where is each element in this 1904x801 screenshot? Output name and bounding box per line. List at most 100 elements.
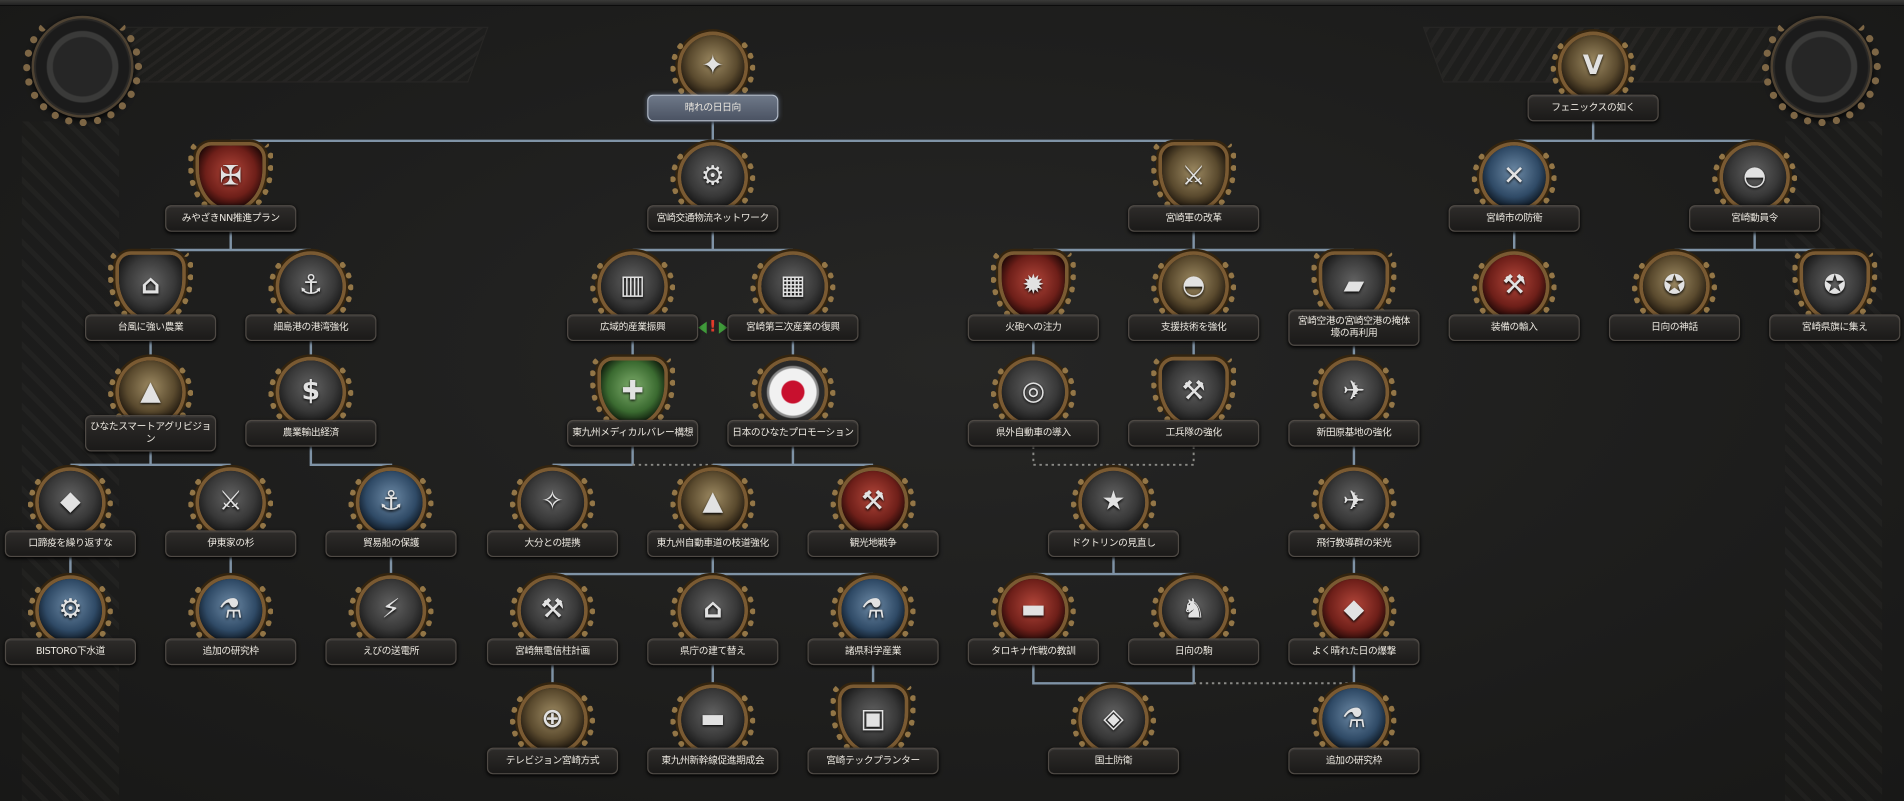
pith-helmet-icon: ◓	[1151, 247, 1237, 328]
iron-cross-icon: ✠	[188, 138, 274, 219]
focus-label: 宮崎県旗に集え	[1769, 314, 1901, 342]
doctrine-icon: ★	[1071, 463, 1157, 544]
focus-label: 大分との提携	[486, 530, 619, 558]
focus-node[interactable]: ⚗ 追加の研究枠	[164, 571, 298, 670]
utility-pole-icon: ⚒	[510, 571, 596, 652]
focus-node[interactable]: ✚ 東九州メディカルバレー構想	[566, 353, 700, 451]
focus-label: 農業輸出経済	[245, 419, 377, 447]
focus-label: 諸県科学産業	[807, 638, 939, 666]
focus-node[interactable]: ⚒ 装備の輸入	[1447, 247, 1581, 346]
shield-icon: ◆	[27, 463, 113, 544]
focus-tree-screen: ! ✦ 晴れの日日向 V フェニックスの如く ✠ みやざきNN推進プラン ⚙ 宮崎交通物…	[0, 0, 1904, 801]
artillery-icon: ✹	[990, 247, 1076, 328]
focus-node[interactable]: ⌂ 台風に強い農業	[84, 247, 218, 346]
focus-node[interactable]: ✪ 日向の神話	[1608, 247, 1742, 346]
focus-node[interactable]: ⚒ 工兵隊の強化	[1127, 353, 1261, 451]
focus-label: ひなたスマートアグリビジョン	[85, 415, 217, 452]
focus-label: 宮崎動員令	[1689, 205, 1821, 232]
focus-node[interactable]: ✈ 飛行教導群の栄光	[1287, 463, 1421, 562]
focus-node[interactable]: ◈ 国土防衛	[1047, 680, 1181, 779]
focus-node[interactable]: ✠ みやざきNN推進プラン	[164, 138, 298, 237]
focus-node[interactable]: ▥ 広域的産業振興	[566, 247, 700, 346]
focus-node[interactable]: ⊕ テレビジョン宮崎方式	[486, 680, 620, 779]
focus-label: 宮崎市の防衛	[1448, 205, 1580, 232]
focus-node[interactable]: ◆ よく晴れた日の爆撃	[1287, 571, 1421, 670]
focus-node[interactable]: ▣ 宮崎テックプランター	[806, 680, 940, 779]
farm-icon: ⌂	[108, 247, 194, 328]
science-flask-icon: ⚗	[830, 571, 916, 652]
helmet-icon: ◓	[1712, 138, 1798, 219]
focus-node[interactable]: ★ ドクトリンの見直し	[1047, 463, 1181, 562]
focus-node[interactable]: ◓ 支援技術を強化	[1127, 247, 1261, 346]
tourism-war-icon: ⚒	[830, 463, 916, 544]
focus-label: 日本のひなたプロモーション	[727, 419, 859, 447]
city-icon: ▦	[750, 247, 836, 328]
focus-node[interactable]: ✹ 火砲への注力	[967, 247, 1101, 346]
focus-label: 台風に強い農業	[85, 314, 217, 342]
focus-node[interactable]: V フェニックスの如く	[1526, 27, 1660, 126]
focus-node[interactable]: $ 農業輸出経済	[244, 353, 378, 451]
focus-node[interactable]: ✕ 宮崎市の防衛	[1447, 138, 1581, 237]
focus-label: 宮崎軍の改革	[1128, 205, 1260, 232]
focus-node[interactable]: ⚓ 貿易船の保護	[324, 463, 458, 562]
focus-tree-canvas[interactable]: ! ✦ 晴れの日日向 V フェニックスの如く ✠ みやざきNN推進プラン ⚙ 宮崎交通物…	[0, 0, 1904, 801]
focus-node[interactable]: ⚒ 宮崎無電信柱計画	[486, 571, 620, 670]
flask-icon: ⚗	[188, 571, 274, 652]
focus-node[interactable]: ⚗ 諸県科学産業	[806, 571, 940, 670]
focus-label: 東九州自動車道の枝道強化	[647, 530, 779, 558]
focus-node[interactable]: ▬ タロキナ作戦の教訓	[967, 571, 1101, 670]
focus-node[interactable]: ▬ 東九州新幹線促進期成会	[646, 680, 780, 779]
focus-label: 宮崎第三次産業の復興	[727, 314, 859, 342]
tank-icon: ▬	[990, 571, 1076, 652]
focus-label: 貿易船の保護	[325, 530, 457, 558]
focus-label: 新田原基地の強化	[1288, 419, 1420, 447]
focus-label: 国土防衛	[1047, 747, 1180, 775]
focus-node[interactable]: ⚡ えびの送電所	[324, 571, 458, 670]
focus-node[interactable]: ⚙ 宮崎交通物流ネットワーク	[646, 138, 780, 237]
government-building-icon: ⌂	[670, 571, 756, 652]
focus-node[interactable]: ⚒ 観光地戦争	[806, 463, 940, 562]
import-equipment-icon: ⚒	[1471, 247, 1557, 328]
focus-node[interactable]: ✈ 新田原基地の強化	[1287, 353, 1421, 451]
focus-node[interactable]: ⌂ 県庁の建て替え	[646, 571, 780, 670]
focus-label: えびの送電所	[325, 638, 457, 666]
focus-label: 支援技術を強化	[1128, 314, 1260, 342]
focus-node[interactable]: ⚔ 伊東家の杉	[164, 463, 298, 562]
focus-label: 装備の輸入	[1448, 314, 1580, 342]
focus-node[interactable]: ✪ 宮崎県旗に集え	[1768, 247, 1902, 346]
homeland-shield-icon: ◈	[1071, 680, 1157, 761]
focus-node[interactable]: ⚔ 宮崎軍の改革	[1127, 138, 1261, 237]
road-icon: ▲	[670, 463, 756, 544]
focus-label: 東九州メディカルバレー構想	[567, 419, 699, 447]
focus-node[interactable]: ▲ ひなたスマートアグリビジョン	[84, 353, 218, 452]
focus-label: 細島港の港湾強化	[245, 314, 377, 342]
focus-label: BISTORO下水道	[4, 638, 137, 666]
focus-label: 宮崎空港の宮崎空港の掩体壕の再利用	[1288, 309, 1420, 346]
focus-label: 日向の駒	[1128, 638, 1260, 666]
factory-icon: ▥	[590, 247, 676, 328]
focus-node[interactable]: ⚗ 追加の研究枠	[1287, 680, 1421, 779]
chess-knight-icon: ♞	[1151, 571, 1237, 652]
focus-label: 観光地戦争	[807, 530, 939, 558]
focus-node[interactable]: 日本のひなたプロモーション	[726, 353, 860, 451]
focus-node[interactable]: ◆ 口蹄疫を繰り返すな	[4, 463, 138, 562]
focus-node[interactable]: ◎ 県外自動車の導入	[967, 353, 1101, 451]
mutually-exclusive-icon: !	[698, 318, 728, 337]
focus-node[interactable]: ⚓ 細島港の港湾強化	[244, 247, 378, 346]
focus-node[interactable]: ▲ 東九州自動車道の枝道強化	[646, 463, 780, 562]
focus-node[interactable]: ✧ 大分との提携	[486, 463, 620, 562]
focus-label: 県外自動車の導入	[967, 419, 1099, 447]
focus-node[interactable]: ♞ 日向の駒	[1127, 571, 1261, 670]
focus-label: 宮崎交通物流ネットワーク	[647, 205, 779, 232]
focus-node[interactable]: ▰ 宮崎空港の宮崎空港の掩体壕の再利用	[1287, 247, 1421, 346]
ship-icon: ⚓	[348, 463, 434, 544]
focus-node[interactable]: ✦ 晴れの日日向	[646, 27, 780, 126]
focus-node[interactable]: ◓ 宮崎動員令	[1688, 138, 1822, 237]
focus-label: 県庁の建て替え	[647, 638, 779, 666]
jet-icon: ✈	[1311, 353, 1397, 434]
focus-label: 飛行教導群の栄光	[1288, 530, 1420, 558]
torch-icon: ✦	[670, 27, 756, 109]
focus-node[interactable]: ▦ 宮崎第三次産業の復興	[726, 247, 860, 346]
focus-label: 伊東家の杉	[165, 530, 297, 558]
focus-node[interactable]: ⚙ BISTORO下水道	[4, 571, 138, 670]
